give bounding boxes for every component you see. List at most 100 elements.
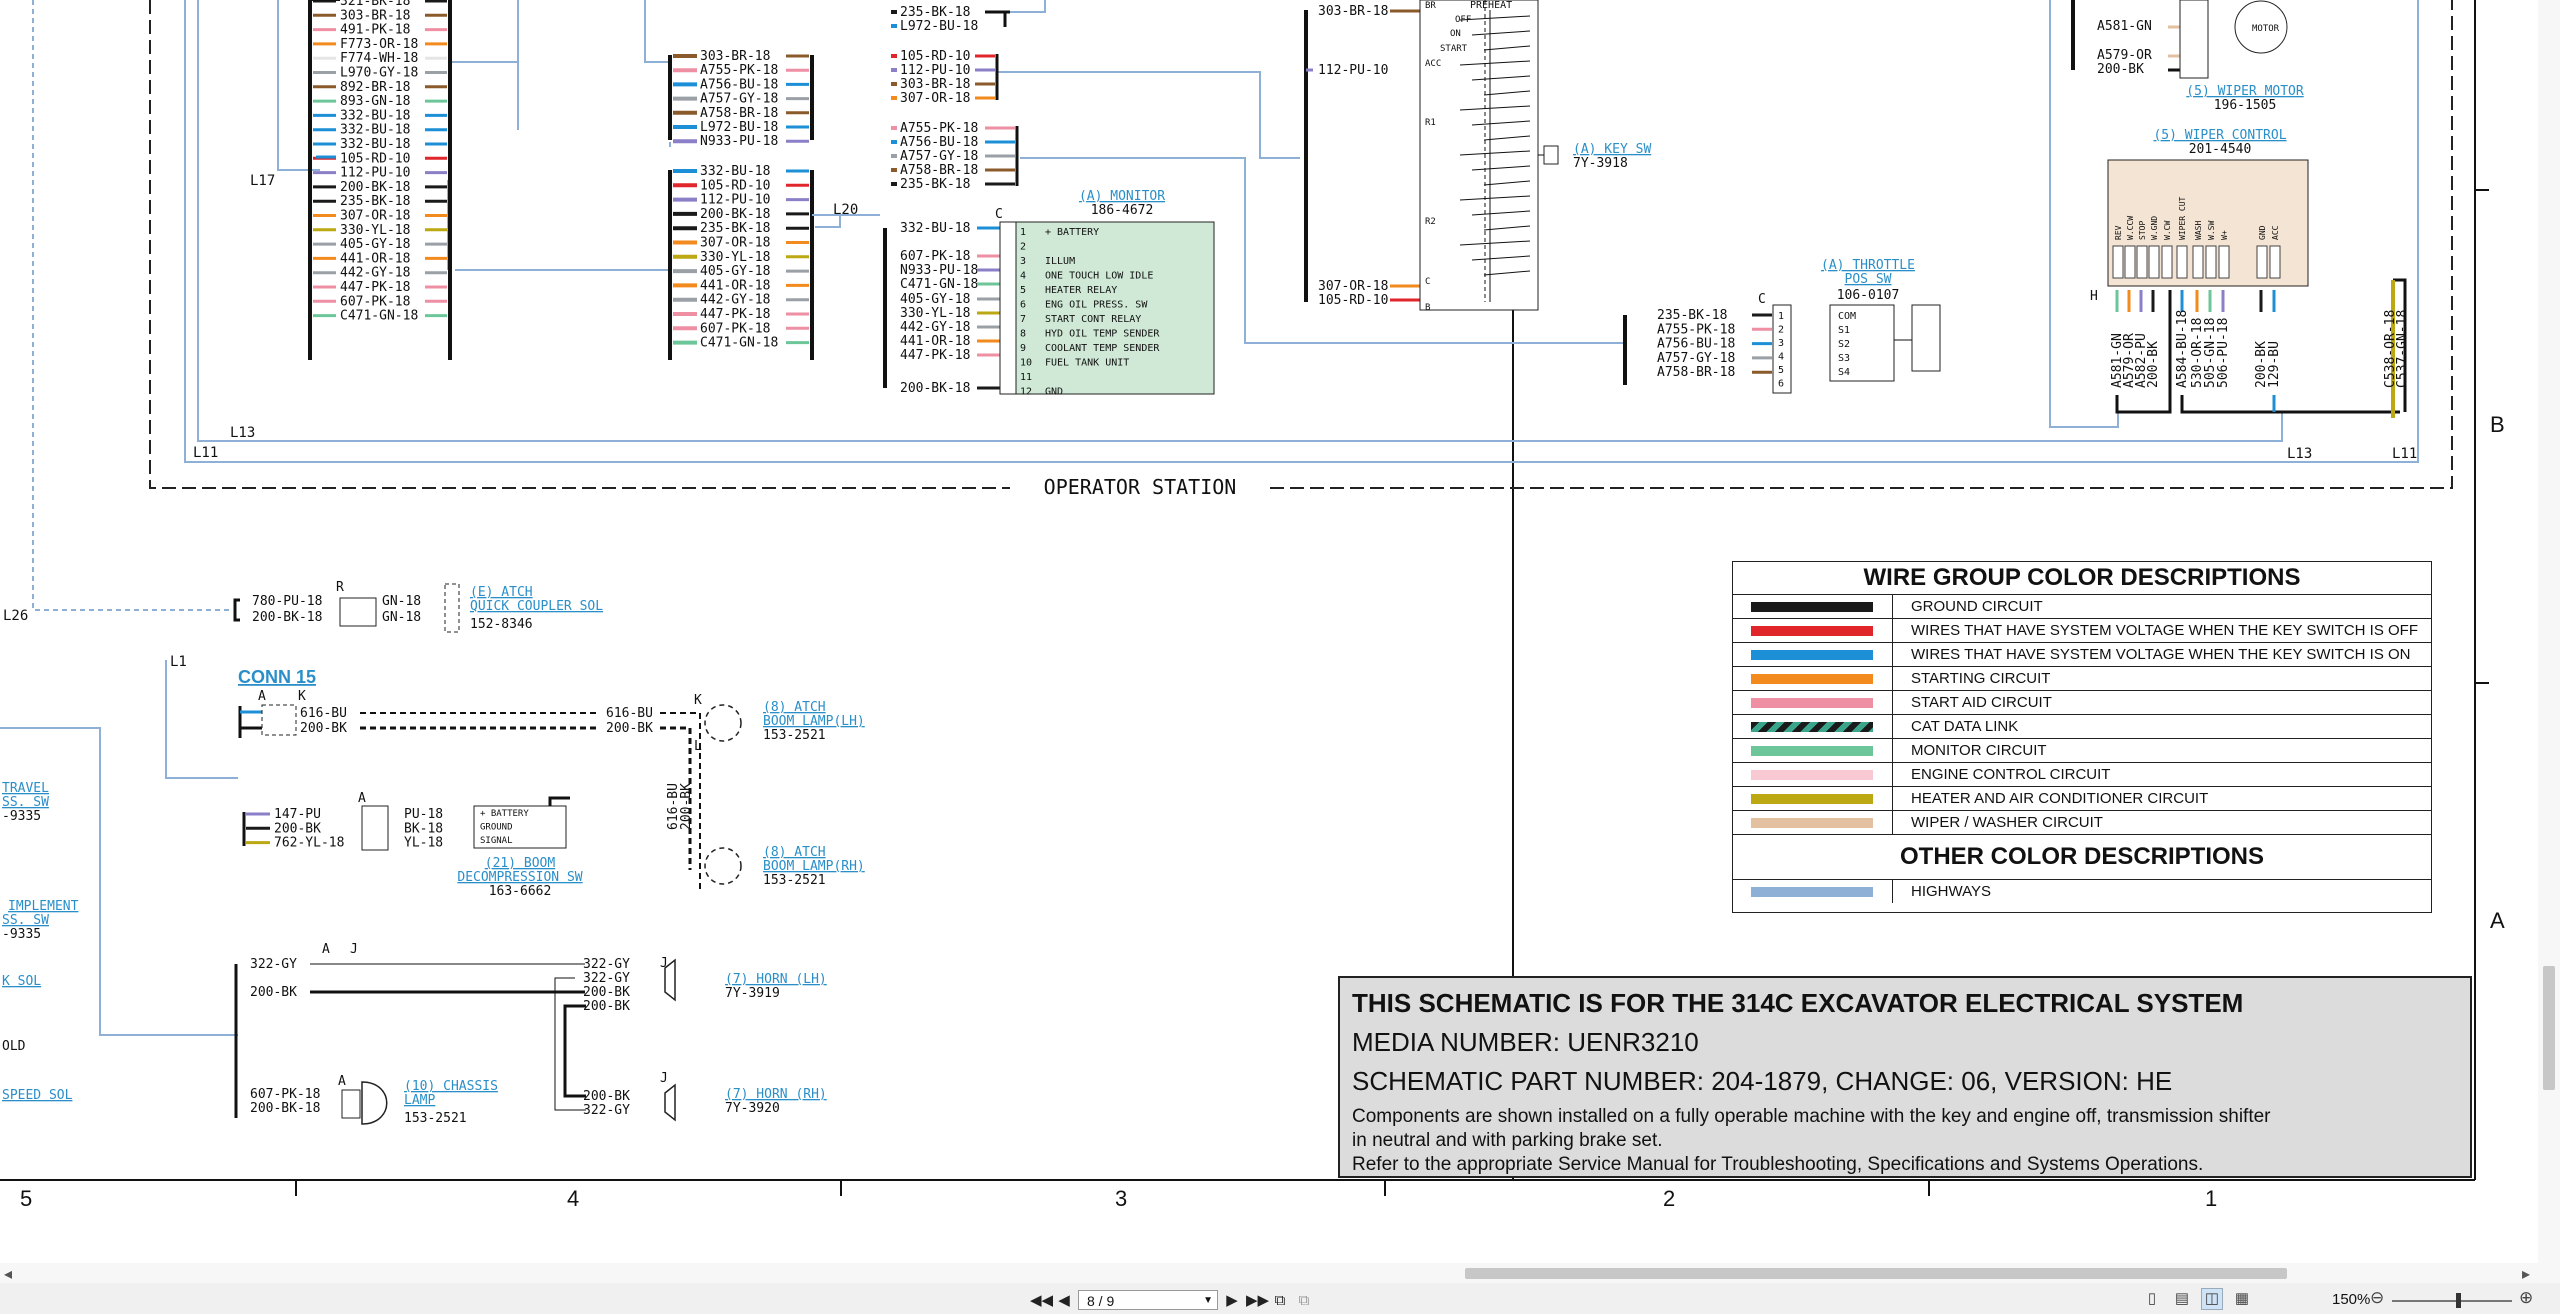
wire-label: A756-BU-18 bbox=[700, 77, 778, 92]
monitor-pin-label: HYD OIL TEMP SENDER bbox=[1045, 329, 1160, 340]
zoom-out-icon[interactable]: ⊖ bbox=[2370, 1288, 2384, 1308]
scroll-left-icon[interactable]: ◂ bbox=[4, 1264, 12, 1284]
horizontal-scroll-thumb[interactable] bbox=[1465, 1268, 2287, 1279]
wiper-control-pin bbox=[2124, 245, 2136, 279]
next-page-icon[interactable]: ▶ bbox=[1222, 1291, 1242, 1309]
wire-label: 330-YL-18 bbox=[340, 223, 410, 238]
left-edge-label: -9335 bbox=[2, 927, 41, 942]
legend-row: ENGINE CONTROL CIRCUIT bbox=[1733, 763, 2431, 787]
boom-decomp-connector bbox=[361, 805, 389, 851]
key-switch-wire-label: 105-RD-10 bbox=[1318, 293, 1388, 308]
highway-line bbox=[448, 0, 519, 63]
throttle-title: POS SW bbox=[1845, 272, 1892, 287]
wiper-control-title: (5) WIPER CONTROL bbox=[2153, 128, 2286, 143]
horn-rh-title: (7) HORN (RH) bbox=[725, 1087, 827, 1102]
throttle-pin-number: 4 bbox=[1778, 352, 1784, 363]
throttle-wire-label: A757-GY-18 bbox=[1657, 351, 1735, 366]
vertical-scrollbar[interactable] bbox=[2538, 0, 2560, 1263]
wiper-control-pin-label: W.CCW bbox=[2126, 216, 2135, 240]
horn-wire-label: 200-BK bbox=[250, 985, 297, 1000]
horn-lh-wire-label: 322-GY bbox=[583, 957, 630, 972]
wire-path bbox=[554, 977, 586, 1111]
quick-coupler-wire-label: 780-PU-18 bbox=[252, 594, 322, 609]
wire-label: L972-BU-18 bbox=[900, 19, 978, 34]
legend-divider bbox=[1892, 619, 1893, 642]
wire-label: L970-GY-18 bbox=[340, 66, 418, 81]
first-page-icon[interactable]: ◀◀ bbox=[1030, 1291, 1053, 1309]
monitor-wire-label: N933-PU-18 bbox=[900, 263, 978, 278]
boom-decomp-pin-label: BK-18 bbox=[404, 821, 443, 836]
last-page-icon[interactable]: ▶▶ bbox=[1246, 1291, 1269, 1309]
left-edge-label: SS. SW bbox=[2, 795, 49, 810]
horn-rh-part: 7Y-3920 bbox=[725, 1101, 780, 1116]
operator-station-label: OPERATOR STATION bbox=[1044, 475, 1237, 499]
boom-lamp-lh-symbol bbox=[704, 704, 742, 742]
column-number: 4 bbox=[567, 1186, 579, 1211]
legend-row: START AID CIRCUIT bbox=[1733, 691, 2431, 715]
continuous-icon[interactable]: ▤ bbox=[2172, 1289, 2192, 1309]
vertical-scroll-thumb[interactable] bbox=[2543, 966, 2555, 1090]
wiper-control-pin bbox=[2218, 245, 2230, 279]
legend-title: WIRE GROUP COLOR DESCRIPTIONS bbox=[1733, 562, 2431, 595]
throttle-lever bbox=[1911, 304, 1941, 372]
monitor-pin-label: HEATER RELAY bbox=[1045, 285, 1117, 296]
wiper-control-wire-label: 200-BK bbox=[2146, 341, 2161, 388]
wire-label: 200-BK-18 bbox=[700, 207, 770, 222]
monitor-wire-label: 607-PK-18 bbox=[900, 249, 970, 264]
chevron-down-icon[interactable]: ▼ bbox=[1203, 1291, 1213, 1311]
left-edge-label: -9335 bbox=[2, 809, 41, 824]
conn15-wire-label: 200-BK bbox=[606, 721, 653, 736]
page-number-input[interactable]: 8 / 9 ▼ bbox=[1078, 1290, 1218, 1310]
two-page-icon[interactable]: ◫ bbox=[2201, 1288, 2223, 1310]
conn15-wire-label: 616-BU bbox=[300, 706, 347, 721]
highway-line bbox=[32, 0, 230, 611]
schematic-part-number: SCHEMATIC PART NUMBER: 204-1879, CHANGE:… bbox=[1352, 1066, 2173, 1096]
quick-coupler-part: 152-8346 bbox=[470, 617, 533, 632]
wiper-control-pin bbox=[2112, 245, 2124, 279]
monitor-connector bbox=[999, 221, 1017, 395]
page-view-icon[interactable]: ⧉ bbox=[1294, 1292, 1314, 1309]
scroll-right-icon[interactable]: ▸ bbox=[2522, 1264, 2530, 1284]
quick-coupler-pin-label: GN-18 bbox=[382, 594, 421, 609]
legend-swatch bbox=[1751, 674, 1873, 684]
wiper-control-wire-label: 506-PU-18 bbox=[2216, 318, 2231, 388]
left-edge-label: IMPLEMENT bbox=[8, 899, 79, 914]
quick-coupler-pin-label: GN-18 bbox=[382, 610, 421, 625]
legend-divider bbox=[1892, 643, 1893, 666]
connector-letter: J bbox=[350, 942, 358, 957]
zoom-slider-thumb[interactable] bbox=[2456, 1293, 2461, 1308]
wiper-control-pin-label: WIPER CUT bbox=[2178, 196, 2187, 240]
left-edge-label: K SOL bbox=[2, 974, 41, 989]
page-view-icon[interactable]: ⧉ bbox=[1270, 1292, 1290, 1309]
highway-line bbox=[165, 660, 238, 779]
wire-label: N933-PU-18 bbox=[700, 134, 778, 149]
single-page-icon[interactable]: ▯ bbox=[2142, 1289, 2162, 1309]
monitor-pin-label: + BATTERY bbox=[1045, 227, 1099, 238]
monitor-title: (A) MONITOR bbox=[1079, 189, 1165, 204]
wire-label: 303-BR-18 bbox=[340, 8, 410, 23]
zoom-in-icon[interactable]: ⊕ bbox=[2519, 1288, 2533, 1308]
wire-label: 441-OR-18 bbox=[700, 278, 770, 293]
connector-letter: A bbox=[338, 1074, 346, 1089]
legend-row: STARTING CIRCUIT bbox=[1733, 667, 2431, 691]
legend-row: CAT DATA LINK bbox=[1733, 715, 2431, 739]
horizontal-scrollbar[interactable]: ◂ ▸ bbox=[0, 1263, 2560, 1283]
wire-label: 235-BK-18 bbox=[340, 194, 410, 209]
wire-label: 307-OR-18 bbox=[900, 91, 970, 106]
wire-label: A756-BU-18 bbox=[900, 135, 978, 150]
wire-label: 332-BU-18 bbox=[340, 137, 410, 152]
note-line-1: Components are shown installed on a full… bbox=[1352, 1106, 2271, 1127]
two-page-continuous-icon[interactable]: ▦ bbox=[2232, 1289, 2252, 1309]
horn-lh-symbol bbox=[664, 958, 676, 1002]
connector-letter: H bbox=[2090, 289, 2098, 304]
legend-label: START AID CIRCUIT bbox=[1911, 694, 2052, 711]
boom-lamp-rh-symbol bbox=[704, 847, 742, 885]
legend-divider bbox=[1892, 880, 1893, 903]
quick-coupler-title: (E) ATCH bbox=[470, 585, 533, 600]
legend-swatch bbox=[1751, 794, 1873, 804]
prev-page-icon[interactable]: ◀ bbox=[1054, 1291, 1074, 1309]
wiper-control-pin-label: W.SW bbox=[2207, 221, 2216, 240]
monitor-pin-number: 6 bbox=[1020, 300, 1026, 311]
legend-label: ENGINE CONTROL CIRCUIT bbox=[1911, 766, 2111, 783]
zoom-slider[interactable] bbox=[2392, 1300, 2512, 1302]
